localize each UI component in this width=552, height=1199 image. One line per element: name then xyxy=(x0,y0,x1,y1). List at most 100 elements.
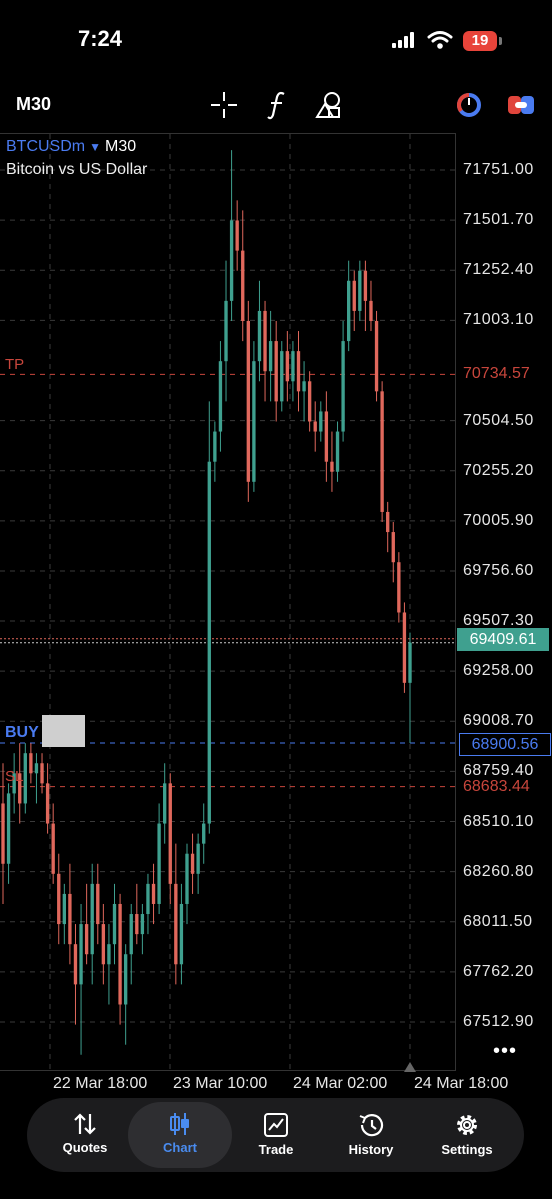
candle xyxy=(179,883,184,985)
candle-body xyxy=(90,883,94,955)
price-axis-label: 69008.70 xyxy=(463,712,534,730)
price-axis-label: 71003.10 xyxy=(463,311,534,329)
candle-body xyxy=(352,280,356,311)
time-axis-label: 23 Mar 10:00 xyxy=(173,1075,268,1092)
price-axis-label: 68260.80 xyxy=(463,862,534,880)
buy-position-box[interactable] xyxy=(42,715,85,747)
candle xyxy=(296,331,301,412)
candle-body xyxy=(163,783,167,824)
one-click-trading-icon[interactable] xyxy=(508,94,534,121)
candle-body xyxy=(241,250,245,321)
candle xyxy=(40,753,44,794)
candle-body xyxy=(23,753,27,804)
candle xyxy=(112,883,117,965)
candle-body xyxy=(268,341,273,372)
candle-body xyxy=(79,924,83,985)
candle-body xyxy=(307,381,312,422)
candle-body xyxy=(129,914,133,955)
symbol-dropdown-icon[interactable]: ▼ xyxy=(89,140,101,154)
candle-body xyxy=(190,853,195,874)
candle-body xyxy=(185,853,189,904)
candle xyxy=(29,743,33,784)
candle xyxy=(140,903,145,955)
more-options-icon[interactable]: ••• xyxy=(493,1040,517,1063)
candle-body xyxy=(397,562,401,613)
candle xyxy=(252,341,256,492)
candle xyxy=(313,401,317,452)
time-axis-label: 22 Mar 18:00 xyxy=(53,1075,148,1092)
candle-body xyxy=(235,220,239,251)
candle xyxy=(280,341,284,412)
candle xyxy=(241,210,245,342)
nav-chart[interactable]: Chart xyxy=(132,1102,228,1168)
shapes-icon[interactable] xyxy=(315,90,343,125)
price-axis-label: 67512.90 xyxy=(463,1013,534,1030)
timeframe-button[interactable]: M30 xyxy=(16,94,51,115)
candle xyxy=(151,863,156,925)
candle-body xyxy=(330,461,334,472)
buy-price-label: 68900.56 xyxy=(459,733,551,756)
candle-body xyxy=(146,883,150,915)
candle-body xyxy=(319,411,323,432)
candle xyxy=(196,833,200,894)
trading-signals-icon[interactable] xyxy=(456,92,482,123)
candle-body xyxy=(196,843,200,874)
candle-body xyxy=(358,270,362,311)
candle-body xyxy=(408,642,412,683)
candle-body xyxy=(369,300,373,321)
candle xyxy=(330,431,334,492)
candle-body xyxy=(174,883,178,965)
chart-shift-icon[interactable] xyxy=(404,1062,416,1072)
symbol-name: BTCUSDm xyxy=(6,138,86,155)
candle-body xyxy=(40,763,44,784)
candlestick-chart[interactable] xyxy=(0,134,456,1070)
battery-cap xyxy=(499,37,502,45)
price-axis-label: 71751.00 xyxy=(463,161,534,178)
candle xyxy=(369,280,373,332)
price-axis-label: 70504.50 xyxy=(463,411,534,429)
candle xyxy=(335,421,340,482)
buy-line-label[interactable]: BUY xyxy=(5,724,39,742)
candle-body xyxy=(34,763,39,774)
candle xyxy=(168,773,172,904)
symbol-timeframe: M30 xyxy=(105,138,137,155)
candle-body xyxy=(96,883,100,925)
wifi-icon xyxy=(427,30,453,55)
candle-body xyxy=(274,341,278,402)
candle xyxy=(263,300,267,402)
price-axis-label: 68011.50 xyxy=(463,912,533,930)
candle xyxy=(391,522,395,583)
candle xyxy=(268,310,273,402)
nav-trade[interactable]: Trade xyxy=(228,1102,324,1168)
candle-body xyxy=(229,220,234,301)
battery-icon: 19 xyxy=(463,31,497,51)
candle xyxy=(235,200,239,271)
nav-quotes[interactable]: Quotes xyxy=(37,1102,133,1168)
sl-price-label: 68683.44 xyxy=(463,778,530,795)
candle xyxy=(386,501,390,553)
function-icon[interactable] xyxy=(266,90,288,125)
chart-symbol-header[interactable]: BTCUSDm ▼ M30 xyxy=(6,138,136,156)
price-axis-label: 71252.40 xyxy=(463,261,534,279)
candle xyxy=(57,853,61,945)
time-axis-label: 24 Mar 02:00 xyxy=(293,1075,388,1092)
candle-body xyxy=(202,823,206,844)
candle xyxy=(118,893,122,1025)
candle xyxy=(291,341,295,402)
nav-chart-label: Chart xyxy=(163,1140,197,1155)
candle xyxy=(79,903,83,1055)
candle-body xyxy=(140,914,145,935)
candle-body xyxy=(179,903,184,965)
time-axis-label: 24 Mar 18:00 xyxy=(414,1075,509,1092)
nav-settings[interactable]: Settings xyxy=(419,1102,515,1168)
crosshair-icon[interactable] xyxy=(210,91,238,124)
price-axis-label: 69756.60 xyxy=(463,561,534,579)
candle-body xyxy=(45,783,50,824)
nav-history-label: History xyxy=(348,1142,394,1157)
candle xyxy=(107,924,111,1005)
candle xyxy=(135,883,139,945)
candle-body xyxy=(6,793,11,864)
quotes-icon xyxy=(74,1113,96,1135)
nav-history[interactable]: History xyxy=(323,1102,419,1168)
candle xyxy=(202,803,206,864)
